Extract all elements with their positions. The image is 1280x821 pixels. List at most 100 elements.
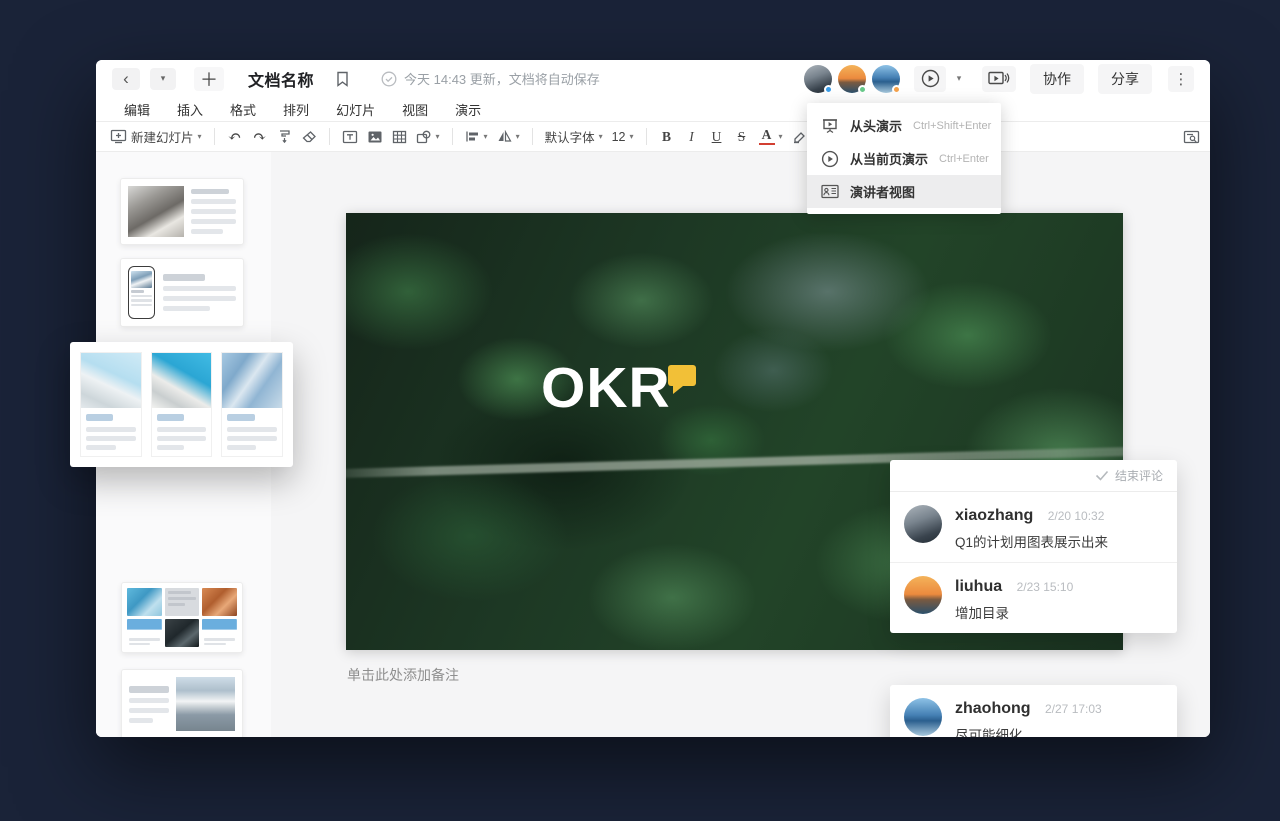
comment-marker-icon[interactable] xyxy=(668,365,696,386)
title-bar: ‹ ▾ ＋ 文档名称 今天 14:43 更新，文档将自动保存 ▾ 协作 xyxy=(96,60,1210,97)
bookmark-icon[interactable] xyxy=(336,71,349,87)
comment-text: 增加目录 xyxy=(955,602,1073,622)
new-slide-icon xyxy=(110,129,127,144)
comment-author: liuhua xyxy=(955,578,1002,595)
format-painter-button[interactable] xyxy=(277,129,292,144)
insert-table-button[interactable] xyxy=(392,130,407,144)
chevron-down-icon: ▾ xyxy=(516,132,520,141)
back-button[interactable]: ‹ xyxy=(112,68,140,90)
insert-shape-button[interactable]: ▾ xyxy=(416,130,440,144)
comment-item[interactable]: zhaohong 2/27 17:03 尽可能细化 xyxy=(890,685,1177,737)
comment-text: 尽可能细化 xyxy=(955,724,1102,737)
redo-button[interactable]: ↷ xyxy=(252,127,268,147)
menu-insert[interactable]: 插入 xyxy=(177,100,203,119)
back-dropdown-button[interactable]: ▾ xyxy=(150,68,176,90)
italic-button[interactable]: I xyxy=(684,129,700,145)
comment-time: 2/23 15:10 xyxy=(1017,580,1074,594)
presence-dot xyxy=(824,85,833,94)
avatar xyxy=(904,576,942,614)
thumbnail-photo xyxy=(128,186,184,237)
collaborator-avatar[interactable] xyxy=(838,65,866,93)
present-button[interactable] xyxy=(914,66,946,92)
menu-bar: 编辑 插入 格式 排列 幻灯片 视图 演示 xyxy=(96,97,1210,121)
speaker-notes-placeholder[interactable]: 单击此处添加备注 xyxy=(347,665,459,685)
avatar xyxy=(904,698,942,736)
card-column xyxy=(221,352,283,457)
comment-thread-card: 结束评论 xiaozhang 2/20 10:32 Q1的计划用图表展示出来 l… xyxy=(890,460,1177,633)
chevron-down-icon: ▾ xyxy=(484,132,488,141)
comment-time: 2/27 17:03 xyxy=(1045,702,1102,716)
save-status-text: 今天 14:43 更新，文档将自动保存 xyxy=(404,69,600,88)
collaborator-avatar[interactable] xyxy=(872,65,900,93)
menu-item-presenter-view[interactable]: 演讲者视图 xyxy=(807,175,1001,208)
font-family-select[interactable]: 默认字体 ▾ xyxy=(545,127,603,146)
check-circle-icon xyxy=(381,71,397,87)
chevron-down-icon: ▾ xyxy=(630,132,634,141)
chevron-down-icon: ▾ xyxy=(161,73,166,84)
slide-thumbnail-4[interactable] xyxy=(121,582,243,653)
presentation-mode-button[interactable] xyxy=(982,66,1016,92)
card-column xyxy=(151,352,213,457)
comment-text: Q1的计划用图表展示出来 xyxy=(955,531,1108,551)
new-document-button[interactable]: ＋ xyxy=(194,67,224,91)
present-dropdown-menu: 从头演示 Ctrl+Shift+Enter 从当前页演示 Ctrl+Enter … xyxy=(807,103,1001,214)
strikethrough-button[interactable]: S xyxy=(734,129,750,145)
resolve-comments-button[interactable]: 结束评论 xyxy=(890,460,1177,492)
font-size-select[interactable]: 12 ▾ xyxy=(612,130,634,144)
collaborator-avatar[interactable] xyxy=(804,65,832,93)
menu-format[interactable]: 格式 xyxy=(230,100,256,119)
chevron-down-icon: ▾ xyxy=(436,132,440,141)
comment-item[interactable]: xiaozhang 2/20 10:32 Q1的计划用图表展示出来 xyxy=(890,492,1177,562)
text-box-button[interactable] xyxy=(342,130,358,144)
comment-author: xiaozhang xyxy=(955,507,1033,524)
insert-image-button[interactable] xyxy=(367,130,383,144)
slide-thumbnail-1[interactable] xyxy=(120,178,244,245)
comment-author: zhaohong xyxy=(955,700,1031,717)
presenter-view-icon xyxy=(821,184,839,199)
font-color-button[interactable]: A ▾ xyxy=(759,128,783,144)
comment-thread-card: zhaohong 2/27 17:03 尽可能细化 xyxy=(890,685,1177,737)
chevron-down-icon: ▾ xyxy=(957,73,962,83)
flip-rotate-button[interactable]: ▾ xyxy=(497,130,520,143)
share-button[interactable]: 分享 xyxy=(1098,64,1152,94)
slide-title-text[interactable]: OKR xyxy=(541,355,671,421)
menu-present[interactable]: 演示 xyxy=(455,100,481,119)
undo-button[interactable]: ↶ xyxy=(227,127,243,147)
menu-slide[interactable]: 幻灯片 xyxy=(336,100,375,119)
highlighter-icon xyxy=(792,130,807,144)
document-title[interactable]: 文档名称 xyxy=(248,67,314,91)
theme-panel-button[interactable] xyxy=(1183,130,1200,144)
menu-item-present-from-start[interactable]: 从头演示 Ctrl+Shift+Enter xyxy=(807,109,1001,142)
plus-icon: ＋ xyxy=(200,66,218,92)
presence-dot xyxy=(858,85,867,94)
back-icon: ‹ xyxy=(123,70,129,87)
chevron-down-icon: ▾ xyxy=(198,132,202,141)
align-objects-button[interactable]: ▾ xyxy=(465,130,488,143)
eraser-button[interactable] xyxy=(301,130,317,144)
slide-thumbnail-5[interactable] xyxy=(121,669,243,737)
comment-item[interactable]: liuhua 2/23 15:10 增加目录 xyxy=(890,562,1177,633)
kebab-icon: ⋮ xyxy=(1174,70,1189,88)
underline-button[interactable]: U xyxy=(709,129,725,145)
format-toolbar: 新建幻灯片 ▾ ↶ ↷ ▾ ▾ ▾ xyxy=(96,121,1210,152)
bold-button[interactable]: B xyxy=(659,129,675,145)
shape-icon xyxy=(416,130,432,144)
new-slide-button[interactable]: 新建幻灯片 ▾ xyxy=(110,127,202,146)
avatar xyxy=(904,505,942,543)
phone-mockup xyxy=(128,266,155,319)
check-icon xyxy=(1095,470,1109,481)
slide-thumbnail-3-selected[interactable] xyxy=(70,342,293,467)
present-dropdown-button[interactable]: ▾ xyxy=(952,73,966,84)
menu-arrange[interactable]: 排列 xyxy=(283,100,309,119)
collaborate-button[interactable]: 协作 xyxy=(1030,64,1084,94)
chevron-down-icon: ▾ xyxy=(779,132,783,141)
play-circle-icon xyxy=(921,69,940,88)
presence-dot xyxy=(892,85,901,94)
menu-item-present-from-current[interactable]: 从当前页演示 Ctrl+Enter xyxy=(807,142,1001,175)
menu-edit[interactable]: 编辑 xyxy=(124,100,150,119)
present-screen-icon xyxy=(821,118,839,134)
slide-thumbnail-2[interactable] xyxy=(120,258,244,327)
menu-view[interactable]: 视图 xyxy=(402,100,428,119)
more-menu-button[interactable]: ⋮ xyxy=(1168,66,1194,92)
align-icon xyxy=(465,130,480,143)
